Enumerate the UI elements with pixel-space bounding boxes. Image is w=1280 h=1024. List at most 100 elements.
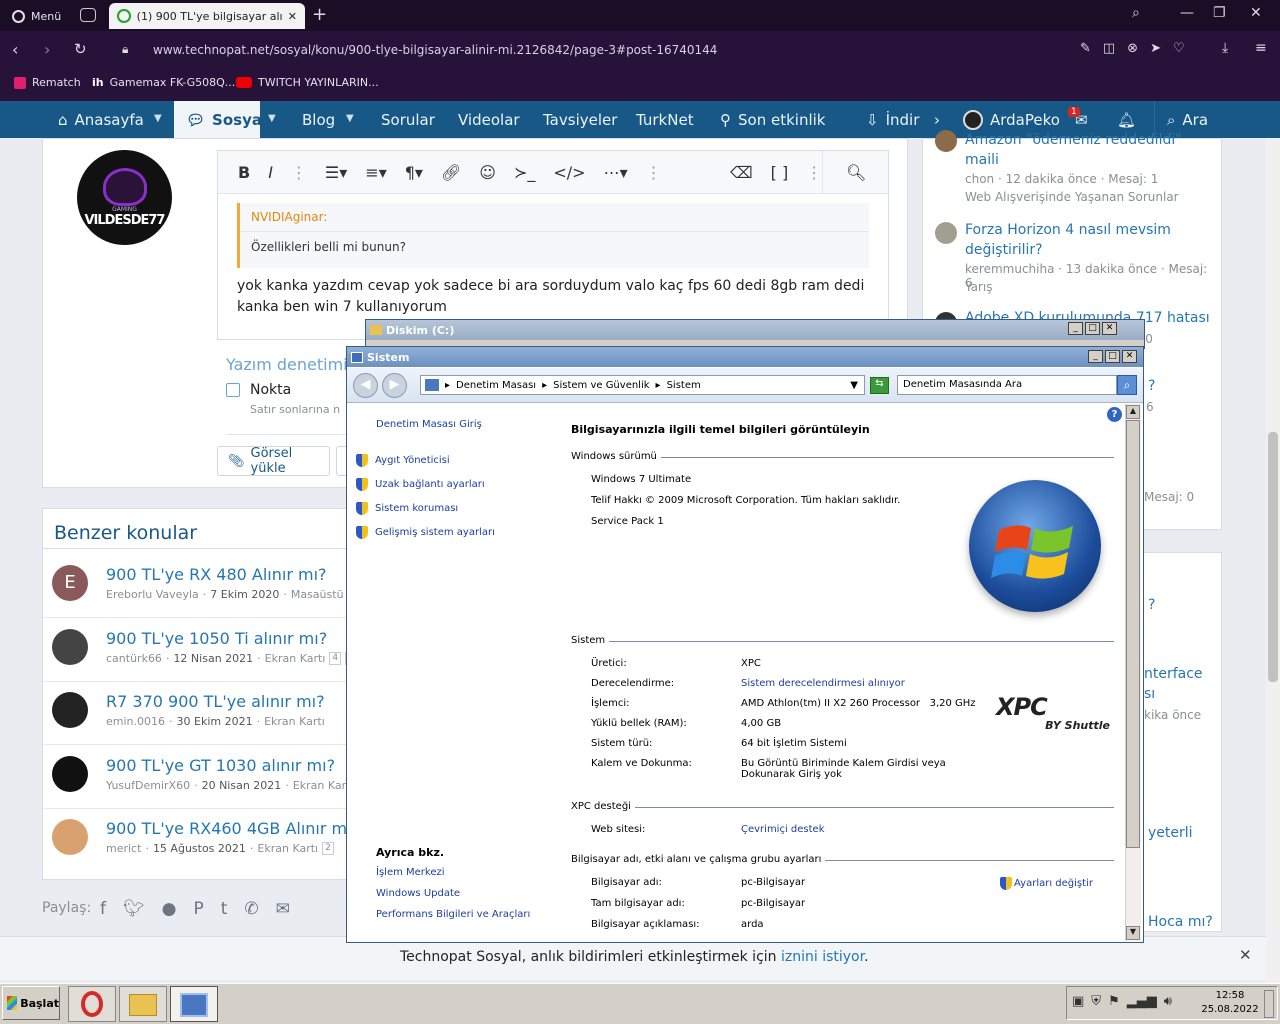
volume-icon[interactable]: 🔊︎ (1164, 994, 1172, 1009)
browser-tab-active[interactable]: (1) 900 TL'ye bilgisayar alınır mı ✕ (109, 3, 305, 29)
thread-author[interactable]: Ereborlu Vaveyla (106, 588, 199, 601)
thread-title[interactable]: R7 370 900 TL'ye alınır mı? (106, 692, 325, 711)
control-panel-home-link[interactable]: Denetim Masası Giriş (376, 419, 482, 430)
whatsapp-icon[interactable]: ✆ (244, 899, 258, 919)
nav-tavsiyeler[interactable]: Tavsiyeler (543, 101, 617, 138)
page-badge[interactable]: 2 (322, 842, 334, 855)
close-icon[interactable]: ✕ (1239, 946, 1252, 964)
list-icon[interactable]: ☰▾ (325, 163, 347, 182)
bold-icon[interactable]: B (238, 163, 250, 182)
show-desktop-button[interactable] (1264, 990, 1274, 1018)
italic-icon[interactable]: I (268, 163, 273, 182)
network-icon[interactable]: ▂▄▆ (1127, 994, 1157, 1009)
maximize-icon[interactable]: □ (1085, 322, 1100, 335)
scroll-up-icon[interactable]: ▲ (1126, 405, 1140, 419)
code-inline-icon[interactable]: ≻_ (514, 163, 535, 182)
window-diskim[interactable]: Diskim (C:) (365, 319, 1145, 349)
pinterest-icon[interactable]: P (193, 899, 203, 919)
code-icon[interactable]: </> (553, 163, 585, 182)
editor-body[interactable]: yok kanka yazdım cevap yok sadece bi ara… (237, 276, 877, 318)
chevron-down-icon[interactable]: ▼ (268, 113, 276, 124)
smiley-icon[interactable]: ☺ (479, 163, 496, 182)
thread-forum[interactable]: Ekran Kartı (293, 779, 354, 792)
facebook-icon[interactable]: f (100, 899, 106, 919)
list-item[interactable]: 900 TL'ye GT 1030 alınır mı? YusufDemirX… (43, 746, 354, 809)
eraser-icon[interactable]: ⌫ (730, 163, 753, 182)
maximize-icon[interactable]: □ (1105, 350, 1120, 363)
upload-image-button[interactable]: 📎︎ Görsel yükle (217, 446, 330, 476)
back-icon[interactable]: ◀ (353, 373, 378, 398)
dropdown-icon[interactable]: ▼ (850, 380, 858, 391)
page-scrollbar-thumb[interactable] (1268, 432, 1278, 682)
forward-icon[interactable]: ▶ (382, 373, 407, 398)
page-badge[interactable]: 4 (329, 651, 342, 665)
clock[interactable]: 12:58 25.08.2022 (1200, 989, 1260, 1017)
nav-videolar[interactable]: Videolar (458, 101, 520, 138)
start-button[interactable]: Başlat (2, 986, 60, 1020)
bookmark-gamemax[interactable]: ih Gamemax FK-G508Q... (92, 76, 235, 89)
nav-sorular[interactable]: Sorular (381, 101, 435, 138)
task-link[interactable]: Aygıt Yöneticisi (356, 454, 450, 467)
nav-turknet[interactable]: TurkNet (636, 101, 694, 138)
close-icon[interactable]: ✕ (1122, 350, 1137, 363)
window-titlebar[interactable]: Sistem (347, 347, 1143, 367)
more-icon[interactable]: ⋮ (291, 163, 307, 182)
opera-menu-button[interactable]: Menü (4, 3, 69, 29)
nav-indir[interactable]: ⇩ İndir (866, 101, 919, 138)
more-icon[interactable]: ⋮ (806, 163, 822, 182)
minimize-icon[interactable]: — (1180, 5, 1194, 21)
thread-forum[interactable]: Ekran Kartı (264, 715, 325, 728)
task-link[interactable]: Uzak bağlantı ayarları (356, 478, 485, 491)
breadcrumb[interactable]: ▸ Denetim Masası ▸ Sistem ve Güvenlik ▸ Si… (420, 375, 865, 395)
thread-author[interactable]: cantürk66 (106, 652, 162, 665)
taskbar-opera[interactable] (68, 986, 116, 1022)
scroll-down-icon[interactable]: ▼ (1126, 926, 1140, 940)
restore-icon[interactable]: ❐ (1213, 5, 1226, 21)
taskbar-control-panel[interactable] (170, 986, 218, 1022)
close-window-icon[interactable]: ✕ (1250, 5, 1262, 21)
bookmark-twitch[interactable]: TWITCH YAYINLARIN... (236, 76, 379, 89)
sidebar-thread-forum[interactable]: Web Alışverişinde Yaşanan Sorunlar (965, 190, 1179, 204)
notification-link[interactable]: iznini istiyor (781, 949, 864, 965)
back-icon[interactable]: ‹ (12, 40, 18, 59)
nav-anasayfa[interactable]: ⌂ Anasayfa (58, 101, 144, 138)
twitter-icon[interactable]: 🐦︎ (123, 899, 145, 919)
breadcrumb-item[interactable]: Denetim Masası (456, 380, 536, 391)
tray-app-icon[interactable]: ▣ (1072, 994, 1084, 1009)
security-icon[interactable]: ⛨ (1091, 994, 1101, 1009)
refresh-icon[interactable]: ⇆ (870, 377, 889, 394)
gamepad-icon[interactable] (80, 8, 96, 22)
breadcrumb-item[interactable]: Sistem (667, 380, 701, 391)
minimize-icon[interactable]: _ (1088, 350, 1103, 363)
chevron-down-icon[interactable]: ▼ (346, 113, 354, 124)
forward-icon[interactable]: › (44, 40, 50, 59)
sidebar-thread-forum[interactable]: Yarış (965, 280, 993, 294)
search-input[interactable]: Denetim Masasında Ara (897, 375, 1117, 395)
close-tab-icon[interactable]: ✕ (288, 10, 297, 23)
see-also-link[interactable]: Performans Bilgileri ve Araçları (376, 909, 530, 920)
task-link[interactable]: Gelişmiş sistem ayarları (356, 526, 495, 539)
system-value[interactable]: Sistem derecelendirmesi alınıyor (741, 678, 991, 689)
task-link[interactable]: Sistem koruması (356, 502, 458, 515)
nav-blog[interactable]: Blog (302, 101, 335, 138)
nav-son-etkinlik[interactable]: ⚲ Son etkinlik (720, 101, 825, 138)
more-icon[interactable]: ⋮ (646, 163, 662, 182)
list-item[interactable]: 900 TL'ye 1050 Ti alınır mı? cantürk66 · … (43, 619, 357, 682)
list-item[interactable]: E 900 TL'ye RX 480 Alınır mı? Ereborlu V… (43, 555, 368, 618)
window-scrollbar-thumb[interactable] (1126, 420, 1140, 848)
brackets-icon[interactable]: [ ] (771, 163, 789, 182)
new-tab-icon[interactable]: + (312, 4, 327, 25)
email-icon[interactable]: ✉ (276, 899, 290, 919)
reload-icon[interactable]: ↻ (74, 40, 87, 58)
sidebar-thread-title[interactable]: Forza Horizon 4 nasıl mevsim değiştirilir… (965, 220, 1171, 260)
thread-author[interactable]: YusufDemirX60 (106, 779, 190, 792)
thread-title[interactable]: 900 TL'ye GT 1030 alınır mı? (106, 756, 335, 775)
thread-forum[interactable]: Ekran Kartı (257, 842, 318, 855)
thread-author[interactable]: emin.0016 (106, 715, 165, 728)
url-field[interactable]: www.technopat.net/sosyal/konu/900-tlye-b… (153, 43, 717, 57)
search-tabs-icon[interactable]: ⌕ (1132, 5, 1140, 21)
chevron-down-icon[interactable]: ▼ (154, 113, 162, 124)
align-icon[interactable]: ≡▾ (365, 163, 386, 182)
list-item[interactable]: R7 370 900 TL'ye alınır mı? emin.0016 · 3… (43, 682, 351, 745)
thread-title[interactable]: 900 TL'ye RX 480 Alınır mı? (106, 565, 327, 584)
